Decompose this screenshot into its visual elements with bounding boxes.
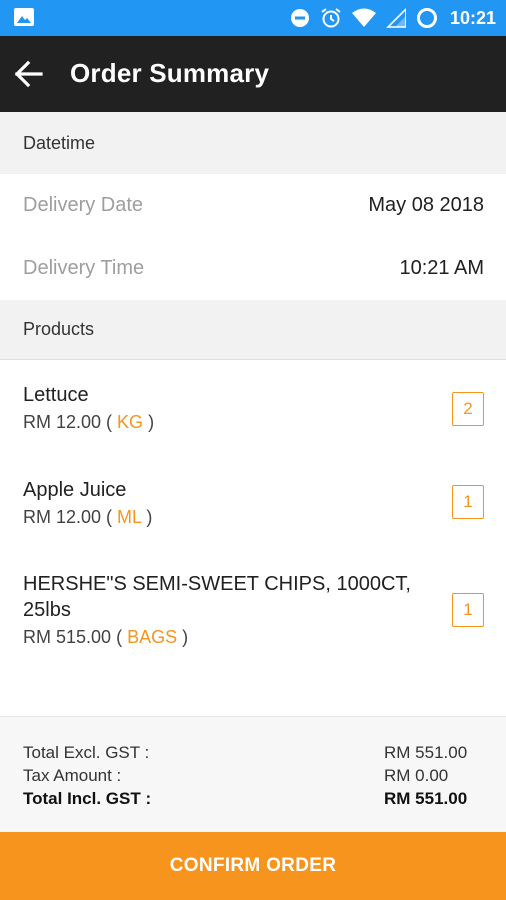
product-name: HERSHE"S SEMI-SWEET CHIPS, 1000CT, 25lbs bbox=[23, 573, 411, 621]
product-item: Lettuce RM 12.00 ( KG ) 2 bbox=[0, 382, 506, 434]
signal-icon bbox=[386, 8, 406, 28]
delivery-time-value: 10:21 AM bbox=[399, 256, 484, 279]
quantity-box[interactable]: 1 bbox=[452, 485, 484, 519]
do-not-disturb-icon bbox=[290, 8, 310, 28]
datetime-section-header: Datetime bbox=[0, 112, 506, 174]
product-item: Apple Juice RM 12.00 ( ML ) 1 bbox=[0, 477, 506, 529]
products-section-header: Products bbox=[0, 300, 506, 360]
total-incl-gst-row: Total Incl. GST : RM 551.00 bbox=[23, 787, 480, 810]
total-excl-gst-row: Total Excl. GST : RM 551.00 bbox=[23, 741, 480, 764]
product-item: HERSHE"S SEMI-SWEET CHIPS, 1000CT, 25lbs… bbox=[0, 571, 506, 649]
total-excl-gst-value: RM 551.00 bbox=[384, 743, 468, 762]
tax-amount-label: Tax Amount : bbox=[23, 766, 122, 785]
arrow-back-icon[interactable] bbox=[14, 60, 44, 88]
product-unit: KG bbox=[117, 412, 144, 432]
app-bar: Order Summary bbox=[0, 36, 506, 112]
product-unit: BAGS bbox=[127, 627, 178, 647]
order-totals: Total Excl. GST : RM 551.00 Tax Amount :… bbox=[0, 716, 506, 832]
delivery-time-row: Delivery Time 10:21 AM bbox=[0, 237, 506, 299]
tax-amount-row: Tax Amount : RM 0.00 bbox=[23, 764, 480, 787]
quantity-box[interactable]: 2 bbox=[452, 392, 484, 426]
battery-icon bbox=[416, 7, 438, 29]
quantity-box[interactable]: 1 bbox=[452, 593, 484, 627]
product-unit: ML bbox=[117, 507, 142, 527]
product-price: RM 12.00 ( KG ) bbox=[23, 412, 155, 432]
product-price: RM 515.00 ( BAGS ) bbox=[23, 627, 189, 647]
confirm-order-button[interactable]: CONFIRM ORDER bbox=[0, 832, 506, 900]
alarm-icon bbox=[320, 7, 342, 29]
wifi-icon bbox=[351, 8, 376, 28]
total-incl-gst-label: Total Incl. GST : bbox=[23, 789, 152, 808]
page-title: Order Summary bbox=[70, 58, 270, 88]
price-value: RM 12.00 bbox=[23, 507, 102, 527]
delivery-time-label: Delivery Time bbox=[23, 256, 145, 279]
image-icon bbox=[14, 8, 34, 26]
price-value: RM 515.00 bbox=[23, 627, 112, 647]
status-icons: 10:21 bbox=[290, 0, 496, 36]
total-incl-gst-value: RM 551.00 bbox=[384, 789, 468, 808]
clock: 10:21 bbox=[449, 7, 496, 28]
product-name: Apple Juice bbox=[23, 479, 127, 501]
price-value: RM 12.00 bbox=[23, 412, 102, 432]
delivery-date-label: Delivery Date bbox=[23, 193, 144, 216]
product-price: RM 12.00 ( ML ) bbox=[23, 507, 153, 527]
delivery-date-row: Delivery Date May 08 2018 bbox=[0, 174, 506, 236]
status-bar: 10:21 bbox=[0, 0, 506, 36]
product-name: Lettuce bbox=[23, 384, 89, 406]
tax-amount-value: RM 0.00 bbox=[384, 766, 449, 785]
delivery-date-value: May 08 2018 bbox=[368, 193, 484, 216]
total-excl-gst-label: Total Excl. GST : bbox=[23, 743, 150, 762]
